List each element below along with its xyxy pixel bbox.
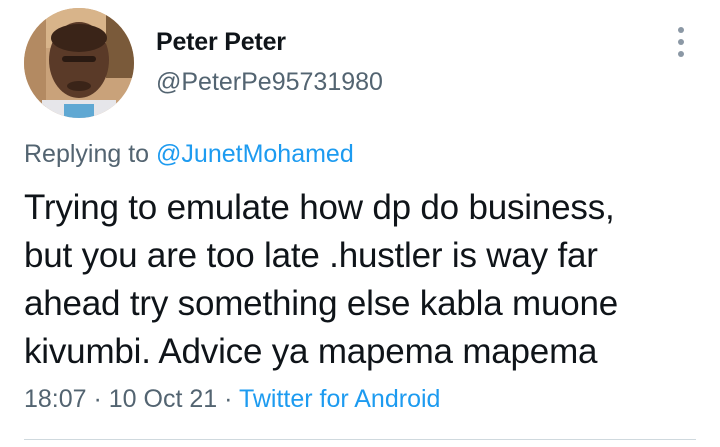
divider <box>24 439 696 440</box>
tweet-source-link[interactable]: Twitter for Android <box>239 385 440 413</box>
tweet-time[interactable]: 18:07 <box>24 385 87 413</box>
author-handle[interactable]: @PeterPe95731980 <box>156 68 383 97</box>
author-display-name[interactable]: Peter Peter <box>156 28 286 57</box>
tweet-text: Trying to emulate how dp do business, bu… <box>24 188 619 371</box>
avatar-image <box>24 8 134 118</box>
replying-to-line: Replying to @JunetMohamed <box>24 140 354 169</box>
meta-separator: · <box>86 385 109 413</box>
more-vertical-icon <box>678 27 684 57</box>
tweet-card: Peter Peter @PeterPe95731980 Replying to… <box>0 0 720 447</box>
meta-separator: · <box>217 385 239 413</box>
tweet-metadata: 18:07 · 10 Oct 21 · Twitter for Android <box>24 385 440 414</box>
more-options-button[interactable] <box>666 22 696 62</box>
tweet-date[interactable]: 10 Oct 21 <box>109 385 217 413</box>
replying-to-label: Replying to <box>24 140 157 168</box>
reply-mention-link[interactable]: @JunetMohamed <box>156 140 354 168</box>
avatar[interactable] <box>24 8 134 118</box>
